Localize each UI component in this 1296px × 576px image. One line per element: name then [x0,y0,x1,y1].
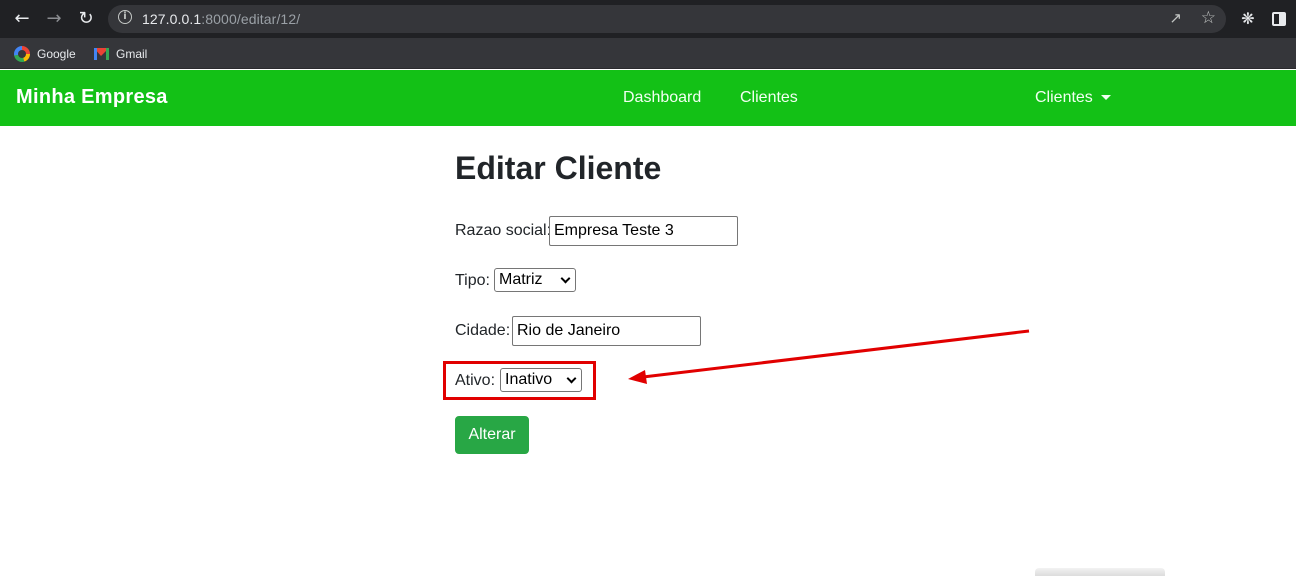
chevron-down-icon [560,273,571,283]
tipo-select[interactable]: Matriz [494,268,576,292]
google-icon [14,46,30,62]
razao-social-input[interactable] [549,216,738,246]
url-text[interactable]: 127.0.0.1:8000/editar/12/ [142,11,300,27]
navbar: Minha Empresa Dashboard Clientes Cliente… [0,70,1296,126]
gmail-icon [94,48,109,60]
brand-link[interactable]: Minha Empresa [16,86,168,109]
bottom-edge-shadow [1035,568,1165,576]
share-icon[interactable]: ↗ [1169,9,1182,27]
cidade-label: Cidade: [455,322,511,339]
cidade-input[interactable] [512,316,701,346]
nav-link-clientes[interactable]: Clientes [740,89,798,107]
annotation-arrow-head [628,370,647,384]
address-bar[interactable]: i 127.0.0.1:8000/editar/12/ ↗ ☆ [108,5,1226,33]
bookmark-google[interactable]: Google [14,44,76,64]
razao-social-label: Razao social: [455,222,552,239]
bookmark-label: Google [37,47,76,61]
reload-icon[interactable]: ↻ [74,7,98,31]
back-arrow-icon[interactable]: ← [10,7,34,31]
nav-dropdown-clientes[interactable]: Clientes [1035,89,1111,107]
bookmarks-bar: Google Gmail [0,38,1296,69]
tipo-selected-value: Matriz [499,271,543,288]
dropdown-label: Clientes [1035,89,1093,106]
bookmark-label: Gmail [116,47,148,61]
nav-link-dashboard[interactable]: Dashboard [623,89,701,107]
info-icon[interactable]: i [118,10,132,24]
page-title: Editar Cliente [455,150,662,186]
annotation-highlight-box [443,361,596,400]
bookmark-gmail[interactable]: Gmail [94,44,147,64]
alterar-button[interactable]: Alterar [455,416,529,454]
tipo-label: Tipo: [455,272,490,289]
star-icon[interactable]: ☆ [1201,8,1216,28]
puzzle-icon[interactable]: ❋ [1238,9,1258,29]
side-panel-icon[interactable] [1272,12,1286,26]
caret-down-icon [1100,95,1111,100]
browser-toolbar: ← → ↻ i 127.0.0.1:8000/editar/12/ ↗ ☆ ❋ [0,0,1296,38]
forward-arrow-icon[interactable]: → [42,7,66,31]
